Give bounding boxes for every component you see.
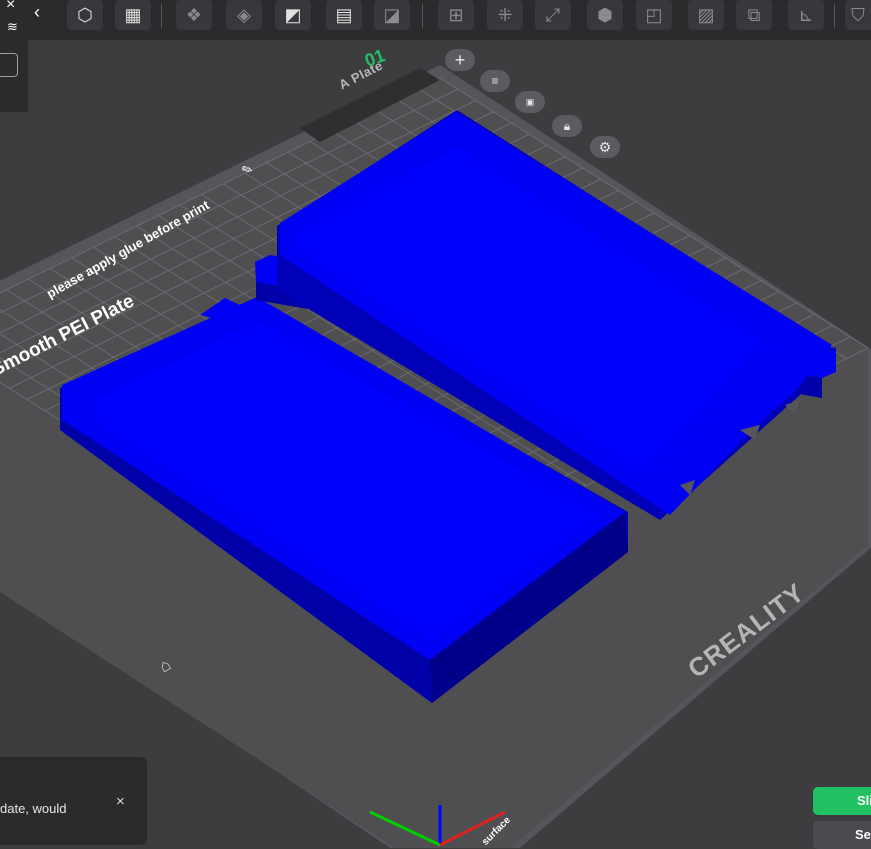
device-field[interactable]: [0, 53, 18, 77]
lock-plate-button[interactable]: 🔒︎: [552, 115, 582, 137]
add-plate-button[interactable]: +: [445, 49, 475, 71]
build-plate-scene[interactable]: [0, 40, 871, 848]
auto-orient-icon: ◩: [284, 4, 302, 25]
plus-icon: +: [454, 49, 466, 70]
measure-icon: ⊾: [798, 4, 814, 25]
paint-button[interactable]: ◪: [374, 0, 410, 30]
send-button[interactable]: Se: [813, 821, 871, 849]
support-icon: ⛉: [851, 4, 865, 25]
arrange-button[interactable]: ❖: [176, 0, 212, 30]
slice-view-button[interactable]: ▨: [688, 0, 724, 30]
box-button[interactable]: ⬢: [587, 0, 623, 30]
toolbar-separator: [161, 4, 162, 28]
notification-text: date, would: [0, 801, 67, 816]
combine-icon: ⧉: [747, 4, 761, 25]
wifi-icon: ≋: [7, 19, 18, 34]
plate-settings-button[interactable]: ⚙: [590, 136, 620, 158]
cut-button[interactable]: ⊞: [438, 0, 474, 30]
split-icon: ⁜: [497, 4, 513, 25]
top-toolbar: ‹ ⬡ ▦ ❖ ◈ ◩ ▤ ◪ ⊞ ⁜ ⤢ ⬢ ◰ ▨ ⧉ ⊾ ⛉: [0, 0, 871, 40]
hollow-icon: ◰: [645, 4, 663, 25]
auto-icon: ▣: [525, 96, 535, 107]
left-panel-collapse-button[interactable]: ‹: [34, 3, 48, 23]
auto-arrange-button[interactable]: ▣: [515, 91, 545, 113]
paint-icon: ◪: [383, 4, 401, 25]
update-notification: date, would ×: [0, 757, 147, 845]
layout-button[interactable]: ▤: [326, 0, 362, 30]
combine-button[interactable]: ⧉: [736, 0, 772, 30]
hollow-button[interactable]: ◰: [636, 0, 672, 30]
add-part-icon: ⬡: [77, 4, 93, 25]
list-icon: ≡: [491, 74, 499, 88]
layout-icon: ▤: [335, 4, 353, 25]
slice-view-icon: ▨: [697, 4, 715, 25]
orient-button[interactable]: ◈: [226, 0, 262, 30]
add-plate-grid-button[interactable]: ▦: [115, 0, 151, 30]
lock-icon: 🔒︎: [563, 118, 571, 133]
gear-icon: ⚙: [598, 138, 612, 155]
support-button[interactable]: ⛉: [845, 0, 871, 30]
box-icon: ⬢: [597, 4, 613, 25]
slice-button[interactable]: Sli: [813, 787, 871, 815]
arrange-icon: ❖: [185, 4, 203, 25]
plate-settings-list-button[interactable]: ≡: [480, 70, 510, 92]
measure-button[interactable]: ⊾: [788, 0, 824, 30]
scale-icon: ⤢: [545, 4, 561, 25]
close-panel-button[interactable]: ×: [6, 0, 15, 14]
toolbar-separator: [834, 4, 835, 28]
split-button[interactable]: ⁜: [487, 0, 523, 30]
add-part-button[interactable]: ⬡: [67, 0, 103, 30]
auto-orient-button[interactable]: ◩: [275, 0, 311, 30]
add-plate-icon: ▦: [124, 4, 142, 25]
scale-button[interactable]: ⤢: [535, 0, 571, 30]
cut-icon: ⊞: [448, 4, 464, 25]
notification-close-button[interactable]: ×: [116, 793, 125, 810]
toolbar-separator: [422, 4, 423, 28]
orient-icon: ◈: [237, 4, 251, 25]
left-panel: × ≋: [0, 0, 28, 112]
